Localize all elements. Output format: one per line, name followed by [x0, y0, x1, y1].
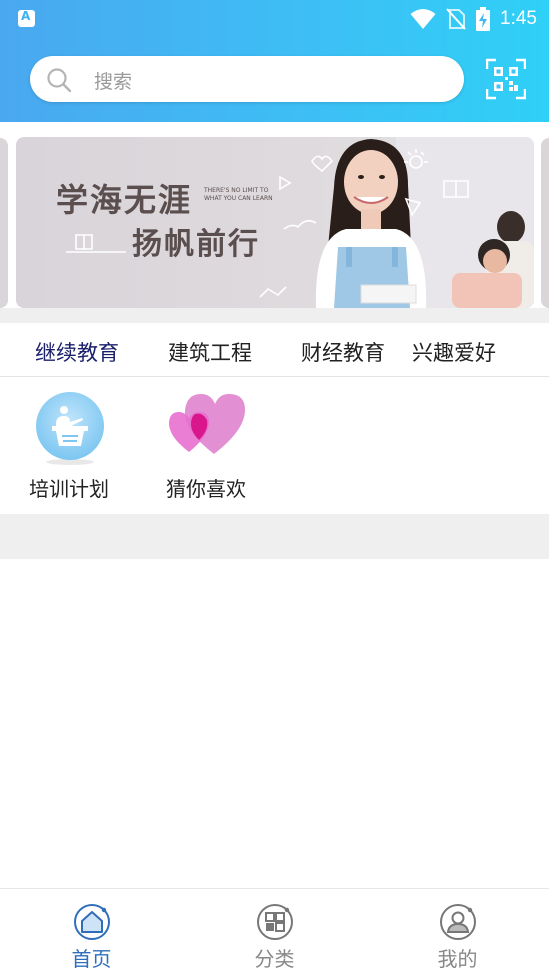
hearts-icon	[168, 394, 245, 454]
tab-finance-education[interactable]: 财经教育	[301, 337, 385, 367]
user-profile-icon	[440, 904, 476, 940]
nav-home-label: 首页	[71, 947, 112, 971]
banner-title-line1: 学海无涯	[56, 181, 193, 219]
battery-charging-icon	[476, 7, 491, 31]
banner-illustration	[66, 137, 534, 308]
qr-scan-icon[interactable]	[486, 58, 526, 100]
feature-training-plan-label: 培训计划	[29, 477, 109, 501]
feature-grid: 培训计划 猜你喜欢	[0, 378, 549, 514]
no-sim-icon	[446, 8, 466, 30]
banner-slogan: THERE'S NO LIMIT TO WHAT YOU CAN LEARN	[204, 187, 273, 202]
app-notification-icon	[18, 9, 35, 27]
tab-hobbies[interactable]: 兴趣爱好	[412, 337, 496, 367]
feature-training-plan[interactable]: 培训计划	[14, 378, 124, 514]
nav-profile-label: 我的	[437, 947, 478, 971]
banner-prev-peek	[0, 138, 8, 308]
status-bar: 1:45	[0, 0, 549, 38]
banner-next-peek	[541, 138, 549, 308]
banner-carousel[interactable]: 学海无涯 THERE'S NO LIMIT TO WHAT YOU CAN LE…	[0, 122, 549, 308]
category-grid-icon	[257, 904, 293, 940]
banner-title-line2: 扬帆前行	[132, 227, 260, 262]
section-divider	[0, 308, 549, 323]
feature-guess-you-like[interactable]: 猜你喜欢	[151, 378, 261, 514]
banner-slide[interactable]: 学海无涯 THERE'S NO LIMIT TO WHAT YOU CAN LE…	[16, 137, 534, 308]
search-input[interactable]: 搜索	[30, 56, 464, 102]
search-placeholder: 搜索	[94, 71, 133, 93]
lecturer-podium-icon	[36, 392, 104, 465]
section-divider-2	[0, 514, 549, 559]
status-icons: 1:45	[410, 5, 537, 33]
home-icon	[74, 904, 110, 940]
wifi-icon	[410, 9, 436, 29]
nav-category[interactable]: 分类	[183, 889, 366, 977]
status-time: 1:45	[500, 8, 537, 29]
nav-category-label: 分类	[254, 947, 295, 971]
nav-profile[interactable]: 我的	[366, 889, 549, 977]
bottom-navigation: 首页 分类 我的	[0, 888, 549, 977]
tab-continuing-education[interactable]: 继续教育	[35, 337, 119, 367]
search-icon	[47, 68, 72, 93]
tab-construction-engineering[interactable]: 建筑工程	[168, 337, 252, 367]
category-tabs: 继续教育 建筑工程 财经教育 兴趣爱好	[0, 323, 549, 377]
nav-home[interactable]: 首页	[0, 889, 183, 977]
app-header: 1:45 搜索	[0, 0, 549, 122]
feature-guess-you-like-label: 猜你喜欢	[166, 477, 246, 501]
